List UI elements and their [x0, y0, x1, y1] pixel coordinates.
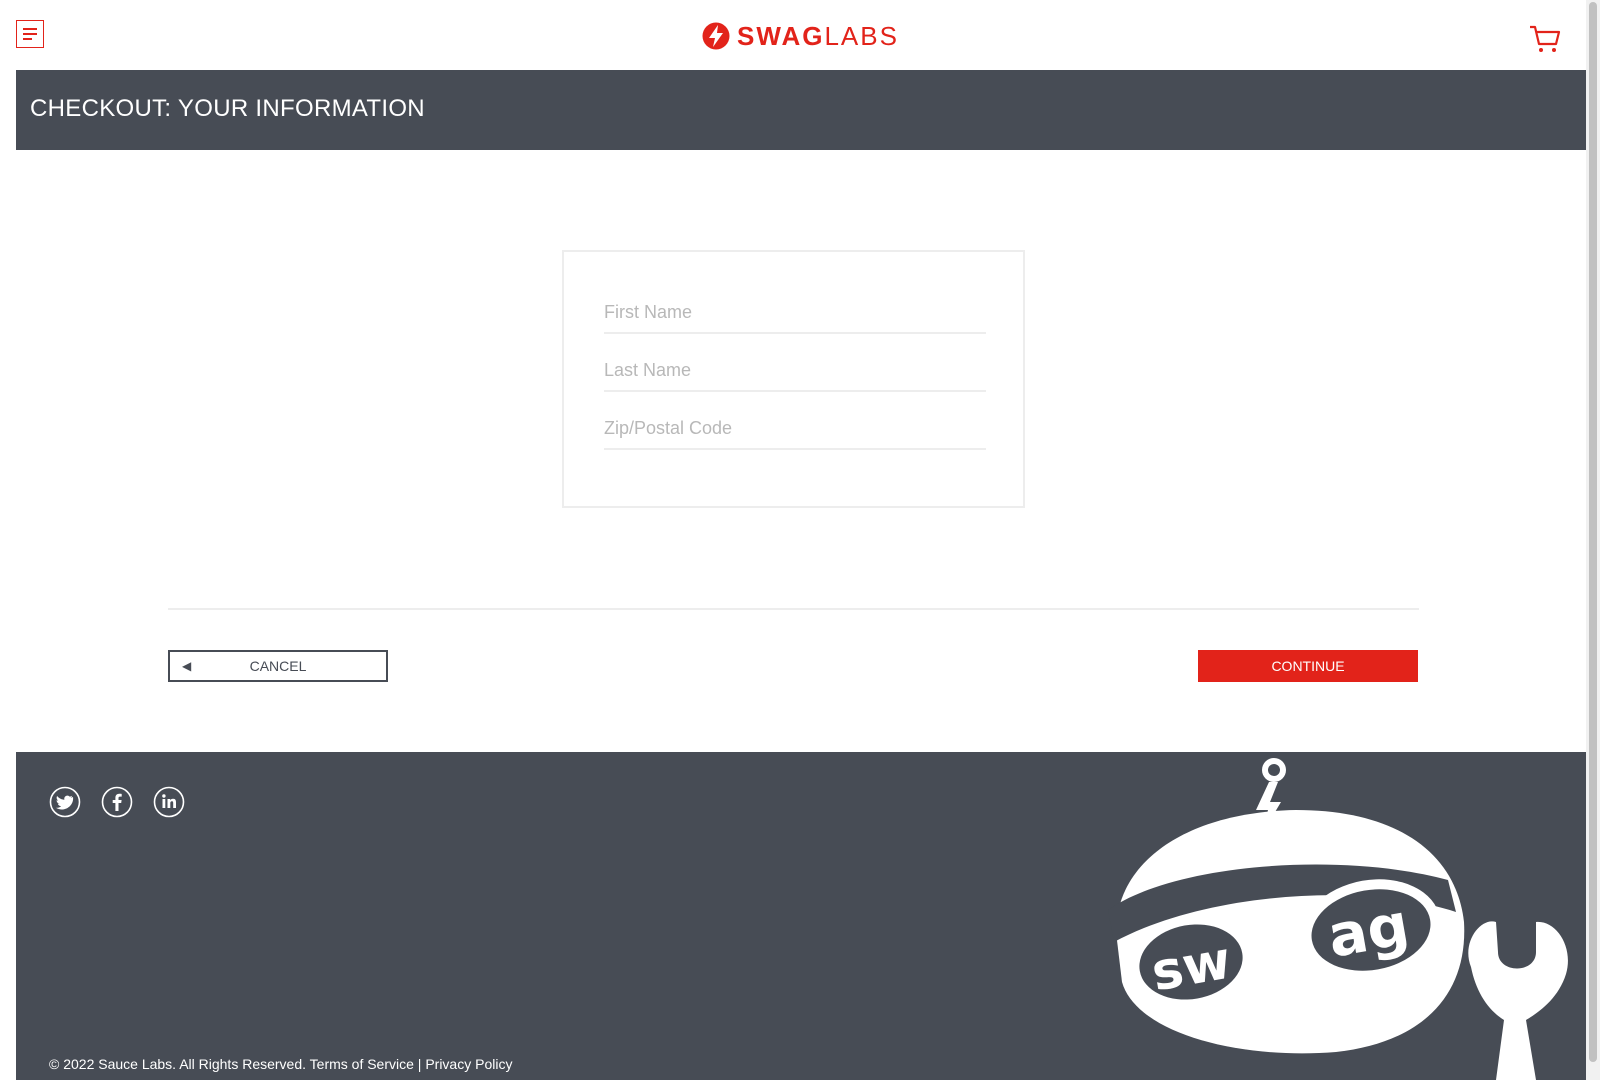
cancel-button[interactable]: ◀ CANCEL	[168, 650, 388, 682]
checkout-info-form	[562, 250, 1025, 508]
logo-text: SWAGLABS	[737, 20, 899, 51]
menu-button[interactable]	[16, 20, 44, 48]
page-title-bar: CHECKOUT: YOUR INFORMATION	[16, 70, 1586, 150]
page-title: CHECKOUT: YOUR INFORMATION	[30, 95, 425, 122]
facebook-icon[interactable]	[101, 786, 133, 818]
zip-code-input[interactable]	[604, 408, 986, 450]
page: SWAGLABS CHECKOUT: YOUR INFORMATION ◀ CA…	[16, 0, 1586, 1080]
last-name-input[interactable]	[604, 350, 986, 392]
back-arrow-icon: ◀	[182, 659, 192, 673]
scrollbar-thumb[interactable]	[1589, 2, 1597, 1062]
swag-robot-illustration: sw ag	[1108, 758, 1568, 1080]
svg-text:ag: ag	[1323, 890, 1414, 971]
copyright-text: © 2022 Sauce Labs. All Rights Reserved. …	[49, 1056, 513, 1072]
vertical-scrollbar[interactable]	[1586, 0, 1600, 1080]
twitter-icon[interactable]	[49, 786, 81, 818]
continue-button[interactable]: CONTINUE	[1198, 650, 1418, 682]
first-name-input[interactable]	[604, 292, 986, 334]
continue-label: CONTINUE	[1271, 658, 1345, 674]
swag-labs-logo: SWAGLABS	[701, 20, 899, 52]
linkedin-icon[interactable]	[153, 786, 185, 818]
footer: © 2022 Sauce Labs. All Rights Reserved. …	[16, 752, 1586, 1080]
cancel-label: CANCEL	[249, 658, 307, 674]
divider	[168, 608, 1419, 610]
app-header: SWAGLABS	[16, 0, 1586, 70]
logo-icon	[702, 22, 730, 50]
shopping-cart-icon[interactable]	[1528, 24, 1562, 54]
